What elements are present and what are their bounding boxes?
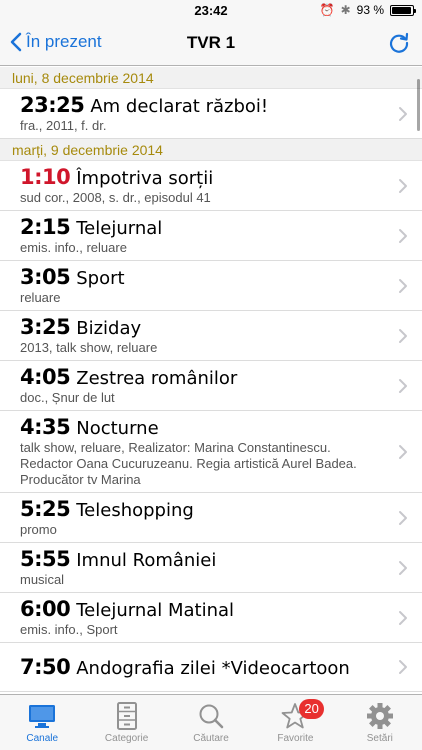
chevron-right-icon	[399, 660, 407, 674]
program-time: 4:05	[20, 365, 71, 389]
program-title: Am declarat război!	[90, 96, 269, 117]
chevron-right-icon	[399, 378, 407, 393]
program-title: Nocturne	[76, 418, 159, 439]
program-time: 4:35	[20, 415, 71, 439]
section-header-date: luni, 8 decembrie 2014	[0, 67, 422, 89]
search-icon	[199, 704, 224, 729]
nav-bar: În prezent TVR 1	[0, 22, 422, 66]
program-details: musical	[20, 572, 65, 587]
program-time: 3:25	[20, 315, 71, 339]
program-title: Împotriva sorții	[76, 168, 214, 189]
favorites-badge: 20	[299, 699, 324, 719]
program-row[interactable]: 7:50 Andografia zilei *Videocartoon	[0, 643, 422, 692]
program-row[interactable]: 23:25 Am declarat război! fra., 2011, f. d…	[0, 89, 422, 139]
program-title: Telejurnal	[76, 218, 163, 239]
program-title: Telejurnal Matinal	[76, 600, 235, 621]
program-details: promo	[20, 522, 57, 537]
tab-label: Setări	[366, 733, 393, 744]
program-row[interactable]: 2:15 Telejurnal emis. info., reluare	[0, 211, 422, 261]
program-details: talk show, reluare, Realizator: Marina C…	[20, 440, 357, 487]
program-time: 3:05	[20, 265, 71, 289]
program-line: 1:10 Împotriva sorții	[20, 165, 382, 189]
program-line: 4:35 Nocturne	[20, 415, 382, 439]
program-title: Sport	[76, 268, 125, 289]
program-time: 7:50	[20, 655, 71, 679]
program-title: Biziday	[76, 318, 142, 339]
program-row[interactable]: 1:10 Împotriva sorții sud cor., 2008, s. d…	[0, 161, 422, 211]
status-bar: 23:42 ⏰ ✱ 93 %	[0, 0, 422, 22]
program-line: 7:50 Andografia zilei *Videocartoon	[20, 655, 382, 679]
chevron-right-icon	[399, 510, 407, 525]
program-line: 3:25 Biziday	[20, 315, 382, 339]
chevron-right-icon	[399, 444, 407, 459]
program-title: Zestrea românilor	[76, 368, 238, 389]
program-row[interactable]: 6:00 Telejurnal Matinal emis. info., Sport	[0, 593, 422, 643]
tab-cautare[interactable]: Căutare	[169, 695, 253, 750]
tab-label: Categorie	[104, 733, 149, 744]
program-details: doc., Șnur de lut	[20, 390, 115, 405]
program-line: 3:05 Sport	[20, 265, 382, 289]
program-time: 5:55	[20, 547, 71, 571]
battery-icon	[390, 4, 416, 16]
program-time: 5:25	[20, 497, 71, 521]
program-row[interactable]: 4:35 Nocturne talk show, reluare, Realizat…	[0, 411, 422, 493]
tab-bar: Canale Categorie Căutare 20 Favorite Set…	[0, 694, 422, 750]
monitor-icon	[29, 705, 56, 728]
chevron-right-icon	[399, 228, 407, 243]
program-details: emis. info., reluare	[20, 240, 127, 255]
tab-setari[interactable]: Setări	[338, 695, 422, 750]
refresh-icon[interactable]	[386, 30, 412, 56]
bluetooth-icon: ✱	[340, 3, 351, 17]
chevron-right-icon	[399, 610, 407, 625]
program-details: fra., 2011, f. dr.	[20, 118, 107, 133]
program-row[interactable]: 3:25 Biziday 2013, talk show, reluare	[0, 311, 422, 361]
gear-icon	[366, 703, 393, 729]
battery-percent: 93 %	[356, 3, 384, 17]
program-line: 2:15 Telejurnal	[20, 215, 382, 239]
program-row[interactable]: 3:05 Sport reluare	[0, 261, 422, 311]
tab-categorie[interactable]: Categorie	[84, 695, 168, 750]
chevron-right-icon	[399, 178, 407, 193]
program-title: Teleshopping	[76, 500, 194, 521]
tab-canale[interactable]: Canale	[0, 695, 84, 750]
status-right: ⏰ ✱ 93 %	[319, 3, 416, 17]
tab-favorite[interactable]: 20 Favorite	[253, 695, 337, 750]
program-time: 2:15	[20, 215, 71, 239]
program-line: 4:05 Zestrea românilor	[20, 365, 382, 389]
chevron-right-icon	[399, 560, 407, 575]
section-header-date: marți, 9 decembrie 2014	[0, 139, 422, 161]
program-details: 2013, talk show, reluare	[20, 340, 158, 355]
program-row[interactable]: 5:55 Imnul României musical	[0, 543, 422, 593]
chevron-right-icon	[399, 278, 407, 293]
program-time: 1:10	[20, 165, 71, 189]
program-time: 6:00	[20, 597, 71, 621]
cabinet-icon	[116, 702, 137, 730]
program-details: reluare	[20, 290, 61, 305]
tab-label: Canale	[26, 733, 59, 744]
program-details: sud cor., 2008, s. dr., episodul 41	[20, 190, 211, 205]
program-list[interactable]: luni, 8 decembrie 2014 23:25 Am declarat r…	[0, 67, 422, 694]
program-row[interactable]: 5:25 Teleshopping promo	[0, 493, 422, 543]
alarm-icon: ⏰	[319, 3, 335, 17]
tab-label: Căutare	[193, 733, 229, 744]
program-line: 5:55 Imnul României	[20, 547, 382, 571]
program-line: 5:25 Teleshopping	[20, 497, 382, 521]
program-row[interactable]: 4:05 Zestrea românilor doc., Șnur de lut	[0, 361, 422, 411]
page-title: TVR 1	[186, 33, 236, 52]
program-details: emis. info., Sport	[20, 622, 118, 637]
chevron-right-icon	[399, 106, 407, 121]
program-title: Imnul României	[76, 550, 217, 571]
chevron-right-icon	[399, 328, 407, 343]
program-title: Andografia zilei *Videocartoon	[76, 658, 350, 679]
program-line: 6:00 Telejurnal Matinal	[20, 597, 382, 621]
program-line: 23:25 Am declarat război!	[20, 93, 382, 117]
program-time: 23:25	[20, 93, 85, 117]
tab-label: Favorite	[277, 733, 314, 744]
